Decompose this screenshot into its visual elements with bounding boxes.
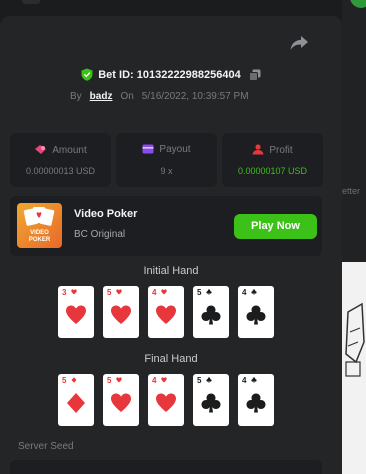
heart-icon: [111, 393, 131, 412]
bet-id: Bet ID: 10132222988256404: [98, 68, 241, 81]
game-name[interactable]: Video Poker: [74, 208, 137, 220]
card-rank: 5: [107, 288, 112, 297]
club-icon: [201, 305, 221, 325]
heart-icon: [156, 305, 176, 324]
profit-icon: [252, 144, 264, 155]
initial-hand-title: Initial Hand: [143, 265, 199, 277]
card-rank: 5: [62, 376, 67, 385]
payout-value: 9 x: [160, 166, 173, 176]
payout-label: Payout: [159, 144, 191, 155]
club-icon: [201, 393, 221, 413]
payout-stat: Payout 9 x: [116, 133, 217, 187]
heart-icon: [66, 305, 86, 324]
playing-card-5-heart: 5: [103, 286, 139, 338]
playing-card-4-heart: 4: [148, 286, 184, 338]
playing-card-5-heart: 5: [103, 374, 139, 426]
by-label: By: [70, 91, 82, 102]
profit-label: Profit: [269, 145, 293, 156]
server-seed-field[interactable]: [10, 460, 322, 474]
on-label: On: [120, 91, 134, 102]
card-rank: 5: [197, 288, 202, 297]
thumb-text-line-1: VIDEO: [30, 230, 49, 236]
background-illustration: [342, 262, 366, 474]
background-page: etter: [342, 0, 366, 474]
shield-check-icon: [81, 68, 93, 81]
top-tab: [22, 0, 40, 4]
playing-card-4-heart: 4: [148, 374, 184, 426]
share-icon[interactable]: [289, 34, 309, 52]
playing-card-5-club: 5: [193, 374, 229, 426]
thumb-text-line-2: POKER: [28, 237, 51, 243]
play-now-button[interactable]: Play Now: [234, 214, 317, 239]
heart-icon: [156, 393, 176, 412]
bet-byline: By badz On 5/16/2022, 10:39:57 PM: [70, 91, 249, 102]
card-rank: 4: [242, 376, 247, 385]
card-rank: 4: [152, 376, 157, 385]
background-dark-area: [342, 0, 366, 262]
heart-suit-icon: [116, 289, 122, 295]
payout-icon: [142, 144, 154, 154]
amount-label: Amount: [52, 145, 87, 156]
playing-card-4-club: 4: [238, 374, 274, 426]
card-rank: 4: [152, 288, 157, 297]
playing-card-3-heart: 3: [58, 286, 94, 338]
playing-card-5-club: 5: [193, 286, 229, 338]
heart-icon: [111, 305, 131, 324]
diamond-suit-icon: [71, 377, 77, 383]
user-link[interactable]: badz: [90, 91, 113, 102]
server-seed-label: Server Seed: [18, 441, 74, 452]
amount-icon: [35, 145, 47, 154]
diamond-icon: [67, 393, 85, 413]
card-rank: 5: [197, 376, 202, 385]
bet-datetime: 5/16/2022, 10:39:57 PM: [141, 91, 249, 102]
heart-suit-icon: [161, 377, 167, 383]
amount-value: 0.00000013 USD: [25, 166, 96, 176]
amount-stat: Amount 0.00000013 USD: [10, 133, 111, 187]
club-icon: [246, 393, 266, 413]
bet-id-row: Bet ID: 10132222988256404: [0, 68, 342, 81]
game-card: VIDEO POKER Video Poker BC Original Play …: [10, 196, 322, 256]
club-suit-icon: [206, 289, 212, 295]
club-icon: [246, 305, 266, 325]
copy-icon[interactable]: [248, 69, 261, 81]
cards-fan-icon: [23, 207, 55, 226]
final-hand-title: Final Hand: [144, 353, 198, 365]
background-partial-text: etter: [342, 186, 361, 196]
card-rank: 5: [107, 376, 112, 385]
card-rank: 4: [242, 288, 247, 297]
heart-suit-icon: [161, 289, 167, 295]
profit-value: 0.00000107 USD: [237, 166, 308, 176]
video-poker-thumbnail[interactable]: VIDEO POKER: [17, 203, 62, 248]
profit-stat: Profit 0.00000107 USD: [222, 133, 323, 187]
club-suit-icon: [251, 289, 257, 295]
playing-card-4-club: 4: [238, 286, 274, 338]
playing-card-5-diamond: 5: [58, 374, 94, 426]
heart-suit-icon: [71, 289, 77, 295]
card-rank: 3: [62, 288, 67, 297]
game-provider: BC Original: [74, 229, 126, 240]
club-suit-icon: [251, 377, 257, 383]
club-suit-icon: [206, 377, 212, 383]
heart-suit-icon: [116, 377, 122, 383]
